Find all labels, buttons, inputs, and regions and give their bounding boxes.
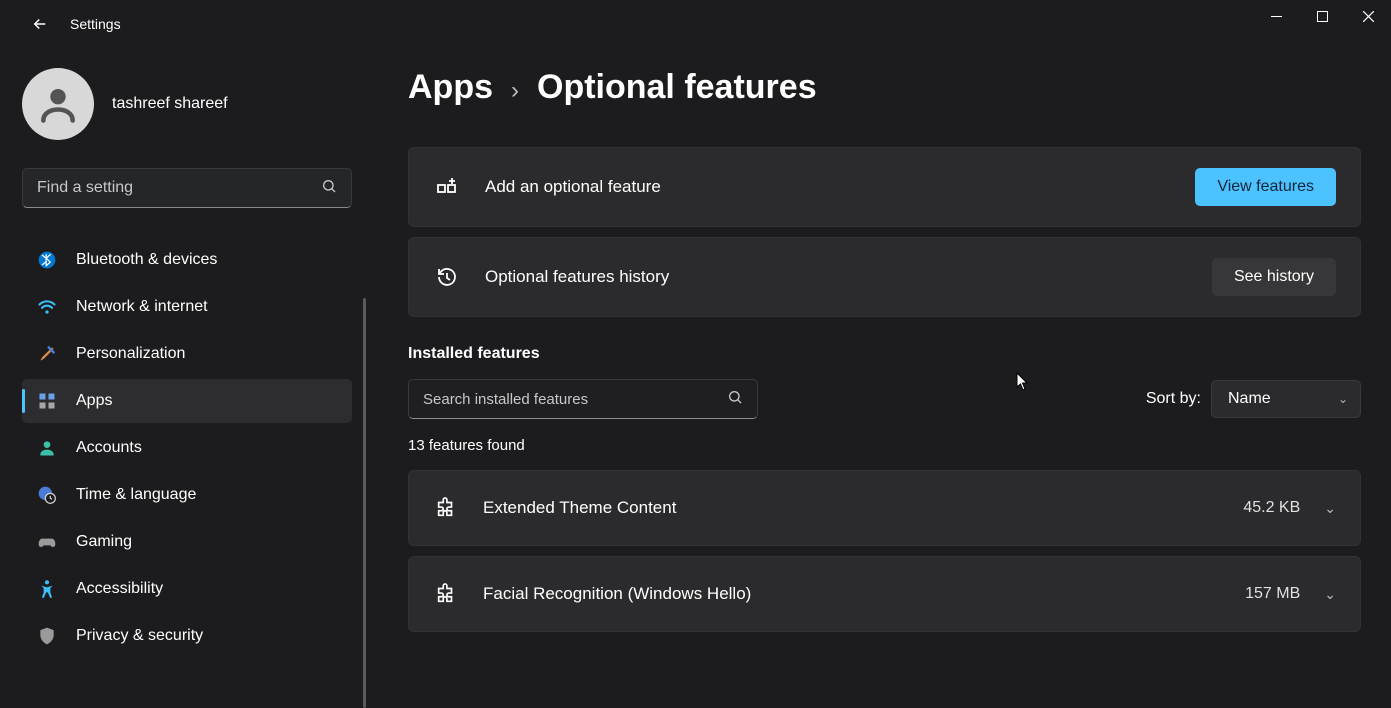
settings-search[interactable] bbox=[22, 168, 352, 208]
person-icon bbox=[36, 437, 58, 459]
accessibility-icon bbox=[36, 578, 58, 600]
avatar bbox=[22, 68, 94, 140]
sidebar-nav: Bluetooth & devices Network & internet P… bbox=[22, 238, 352, 658]
sort-by-select[interactable]: Name ⌄ bbox=[1211, 380, 1361, 418]
sidebar-item-label: Apps bbox=[76, 392, 112, 410]
sidebar-item-label: Privacy & security bbox=[76, 627, 203, 645]
feature-item[interactable]: Facial Recognition (Windows Hello) 157 M… bbox=[408, 556, 1361, 632]
sidebar-item-label: Accessibility bbox=[76, 580, 163, 598]
features-count: 13 features found bbox=[408, 437, 1361, 454]
sidebar-item-label: Time & language bbox=[76, 486, 196, 504]
maximize-button[interactable] bbox=[1299, 0, 1345, 32]
breadcrumb-parent[interactable]: Apps bbox=[408, 68, 493, 107]
window-title: Settings bbox=[70, 16, 121, 32]
page-title: Optional features bbox=[537, 68, 817, 107]
history-icon bbox=[433, 263, 461, 291]
sidebar-item-bluetooth[interactable]: Bluetooth & devices bbox=[22, 238, 352, 282]
puzzle-icon bbox=[433, 581, 459, 607]
sort-by-label: Sort by: bbox=[1146, 390, 1201, 408]
sidebar-item-gaming[interactable]: Gaming bbox=[22, 520, 352, 564]
search-icon bbox=[727, 389, 743, 410]
feature-size: 157 MB bbox=[1245, 585, 1300, 603]
chevron-right-icon: › bbox=[511, 77, 519, 105]
installed-feature-search-input[interactable] bbox=[423, 391, 727, 408]
add-app-icon bbox=[433, 173, 461, 201]
sidebar-item-label: Gaming bbox=[76, 533, 132, 551]
sidebar-item-label: Personalization bbox=[76, 345, 185, 363]
feature-item[interactable]: Extended Theme Content 45.2 KB ⌄ bbox=[408, 470, 1361, 546]
user-profile[interactable]: tashreef shareef bbox=[22, 68, 352, 140]
back-button[interactable] bbox=[20, 4, 60, 44]
installed-features-heading: Installed features bbox=[408, 345, 1361, 363]
sidebar-item-label: Bluetooth & devices bbox=[76, 251, 217, 269]
sidebar-item-label: Network & internet bbox=[76, 298, 208, 316]
optional-features-history-card: Optional features history See history bbox=[408, 237, 1361, 317]
clock-globe-icon bbox=[36, 484, 58, 506]
sidebar-item-apps[interactable]: Apps bbox=[22, 379, 352, 423]
minimize-button[interactable] bbox=[1253, 0, 1299, 32]
apps-icon bbox=[36, 390, 58, 412]
shield-icon bbox=[36, 625, 58, 647]
close-button[interactable] bbox=[1345, 0, 1391, 32]
feature-size: 45.2 KB bbox=[1243, 499, 1300, 517]
feature-name: Extended Theme Content bbox=[483, 498, 1243, 518]
puzzle-icon bbox=[433, 495, 459, 521]
paintbrush-icon bbox=[36, 343, 58, 365]
chevron-down-icon[interactable]: ⌄ bbox=[1324, 500, 1336, 517]
search-icon bbox=[321, 178, 337, 199]
add-optional-feature-card: Add an optional feature View features bbox=[408, 147, 1361, 227]
sidebar-scrollbar[interactable] bbox=[363, 298, 366, 708]
installed-feature-search[interactable] bbox=[408, 379, 758, 419]
bluetooth-icon bbox=[36, 249, 58, 271]
view-features-button[interactable]: View features bbox=[1195, 168, 1336, 206]
sidebar-item-time-language[interactable]: Time & language bbox=[22, 473, 352, 517]
sidebar-item-privacy[interactable]: Privacy & security bbox=[22, 614, 352, 658]
sidebar-item-personalization[interactable]: Personalization bbox=[22, 332, 352, 376]
chevron-down-icon[interactable]: ⌄ bbox=[1324, 586, 1336, 603]
card-label: Add an optional feature bbox=[485, 177, 1195, 197]
see-history-button[interactable]: See history bbox=[1212, 258, 1336, 296]
sidebar-item-label: Accounts bbox=[76, 439, 142, 457]
sidebar-item-accounts[interactable]: Accounts bbox=[22, 426, 352, 470]
user-name: tashreef shareef bbox=[112, 95, 228, 113]
card-label: Optional features history bbox=[485, 267, 1212, 287]
sidebar-item-network[interactable]: Network & internet bbox=[22, 285, 352, 329]
sort-by-value: Name bbox=[1228, 390, 1271, 408]
settings-search-input[interactable] bbox=[37, 179, 321, 197]
chevron-down-icon: ⌄ bbox=[1338, 392, 1348, 406]
breadcrumb: Apps › Optional features bbox=[408, 68, 1361, 107]
feature-name: Facial Recognition (Windows Hello) bbox=[483, 584, 1245, 604]
wifi-icon bbox=[36, 296, 58, 318]
sidebar-item-accessibility[interactable]: Accessibility bbox=[22, 567, 352, 611]
gamepad-icon bbox=[36, 531, 58, 553]
